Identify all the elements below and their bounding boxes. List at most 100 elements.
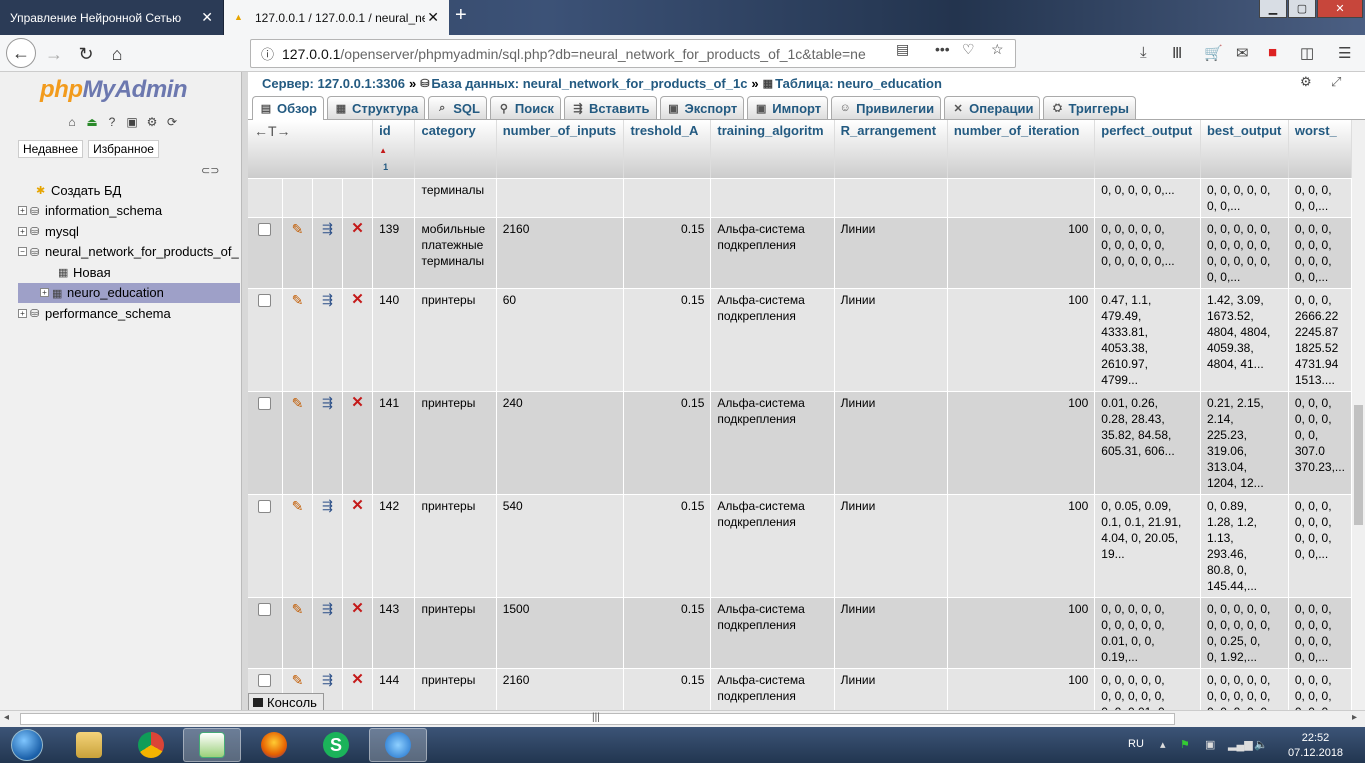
clock[interactable]: 22:52 07.12.2018 <box>1288 731 1343 761</box>
cell-id[interactable]: 143 <box>372 597 416 669</box>
collapse-icon[interactable]: − <box>18 247 27 257</box>
start-button[interactable] <box>4 728 50 762</box>
sql-tool-icon[interactable] <box>369 728 427 762</box>
cell-treshold-a[interactable]: 0.15 <box>623 288 712 392</box>
maximize-icon[interactable]: ▢ <box>1288 0 1316 18</box>
cell-id[interactable]: 139 <box>372 217 416 289</box>
cell-r-arrangement[interactable]: Линии <box>834 217 948 289</box>
cell-r-arrangement[interactable]: Линии <box>834 391 948 495</box>
cell-best-output[interactable]: 0, 0, 0, 0, 0, 0, 0, 0, 0, 0, 0, 0, 0, 0… <box>1200 217 1289 289</box>
cell-r-arrangement[interactable]: Линии <box>834 288 948 392</box>
cell-worst-output[interactable]: 0, 0, 0, 0, 0, 0, 0, 0, 0, 0, 0,... <box>1288 668 1352 710</box>
column-header-worst[interactable]: worst_ <box>1288 120 1352 179</box>
cell-number-of-iteration[interactable]: 100 <box>947 597 1096 669</box>
flag-icon[interactable]: ■ <box>1268 44 1277 61</box>
edit-icon[interactable]: ✎ <box>282 597 314 669</box>
expand-icon[interactable]: + <box>18 206 27 216</box>
language-indicator[interactable]: RU <box>1128 738 1144 750</box>
cell-worst-output[interactable]: 0, 0, 0, 0, 0, 0, 0, 0, 307.0 370.23,... <box>1288 391 1352 495</box>
chrome-icon[interactable] <box>122 728 180 762</box>
column-resize-handle[interactable]: ←T→ <box>248 120 374 179</box>
cell-r-arrangement[interactable]: Линии <box>834 494 948 598</box>
edit-icon[interactable]: ✎ <box>282 288 314 392</box>
column-header-id[interactable]: id ▲ 1 <box>372 120 416 179</box>
cell-number-of-inputs[interactable]: 2160 <box>496 217 625 289</box>
notepad-icon[interactable] <box>183 728 241 762</box>
cell-number-of-inputs[interactable]: 1500 <box>496 597 625 669</box>
tree-item-neuro-education[interactable]: + ▦ neuro_education <box>18 282 240 303</box>
tree-item-mysql[interactable]: + ⛁ mysql <box>18 221 240 242</box>
cell-treshold-a[interactable]: 0.15 <box>623 391 712 495</box>
copy-icon[interactable]: ⇶ <box>312 494 343 598</box>
sidebar-icon[interactable]: ◫ <box>1300 44 1314 62</box>
cell-training-algoritm[interactable]: Альфа-система подкрепления <box>710 597 835 669</box>
row-checkbox[interactable] <box>248 597 283 669</box>
cell-training-algoritm[interactable]: Альфа-система подкрепления <box>710 494 835 598</box>
tab-privileges[interactable]: ☺ Привилегии <box>831 96 942 119</box>
cell-id[interactable]: 140 <box>372 288 416 392</box>
cell-perfect-output[interactable]: 0, 0, 0, 0, 0, 0, 0, 0, 0, 0, 0.01, 0, 0… <box>1094 597 1201 669</box>
column-header-treshold-a[interactable]: treshold_A <box>623 120 712 179</box>
reader-view-icon[interactable]: ▤ <box>896 41 909 58</box>
cell-perfect-output[interactable]: 0, 0, 0, 0, 0, 0, 0, 0, 0, 0, 0, 0, 0.01… <box>1094 668 1201 710</box>
pocket-icon[interactable]: ♡ <box>962 41 975 58</box>
settings-icon[interactable]: ⚙ <box>144 114 160 130</box>
cell-training-algoritm[interactable]: Альфа-система подкрепления <box>710 217 835 289</box>
cell-best-output[interactable]: 1.42, 3.09, 1673.52, 4804, 4804, 4059.38… <box>1200 288 1289 392</box>
tray-expand-icon[interactable]: ▴ <box>1160 738 1166 751</box>
cell-training-algoritm[interactable]: Альфа-система подкрепления <box>710 391 835 495</box>
cell-best-output[interactable]: 0, 0, 0, 0, 0, 0, 0,... <box>1200 178 1289 218</box>
edit-icon[interactable]: ✎ <box>282 494 314 598</box>
cell-category[interactable]: принтеры <box>414 494 497 598</box>
checkbox[interactable] <box>258 223 272 236</box>
cell-number-of-inputs[interactable]: 2160 <box>496 668 625 710</box>
cell-worst-output[interactable]: 0, 0, 0, 0, 0, 0, 0, 0, 0, 0, 0,... <box>1288 597 1352 669</box>
checkbox[interactable] <box>258 500 272 513</box>
column-header-r-arrangement[interactable]: R_arrangement <box>834 120 948 179</box>
tree-item-neural-network[interactable]: − ⛁ neural_network_for_products_of_ <box>18 242 240 263</box>
copy-icon[interactable]: ⇶ <box>312 391 343 495</box>
reload-icon[interactable]: ↻ <box>72 40 100 68</box>
cell-perfect-output[interactable]: 0, 0, 0, 0, 0, 0, 0, 0, 0, 0, 0, 0, 0, 0… <box>1094 217 1201 289</box>
copy-icon[interactable]: ⇶ <box>312 597 343 669</box>
cell-treshold-a[interactable]: 0.15 <box>623 494 712 598</box>
copy-icon[interactable]: ⇶ <box>312 217 343 289</box>
column-header-number-of-iteration[interactable]: number_of_iteration <box>947 120 1096 179</box>
panel-resizer[interactable] <box>241 72 248 710</box>
edit-icon[interactable]: ✎ <box>282 217 314 289</box>
tab-sql[interactable]: ⌕ SQL <box>428 96 487 119</box>
cell-best-output[interactable]: 0.21, 2.15, 2.14, 225.23, 319.06, 313.04… <box>1200 391 1289 495</box>
vertical-scrollbar[interactable] <box>1352 120 1365 710</box>
close-icon[interactable]: ✕ <box>201 9 213 26</box>
back-arrow-icon[interactable]: ← <box>6 38 36 68</box>
cart-icon[interactable]: 🛒 <box>1204 44 1223 62</box>
delete-icon[interactable]: ✕ <box>342 288 374 392</box>
cell-number-of-inputs[interactable]: 60 <box>496 288 625 392</box>
new-tab-icon[interactable]: + <box>455 4 467 27</box>
tree-item-create-db[interactable]: ✱ Создать БД <box>18 180 240 201</box>
exit-icon[interactable]: ⏏ <box>84 114 100 130</box>
tab-browse[interactable]: ▤ Обзор <box>252 96 324 120</box>
cell-number-of-iteration[interactable]: 100 <box>947 494 1096 598</box>
row-checkbox[interactable] <box>248 391 283 495</box>
edit-icon[interactable]: ✎ <box>282 391 314 495</box>
favorites-tab[interactable]: Избранное <box>88 140 159 158</box>
cell-worst-output[interactable]: 0, 0, 0, 0, 0,... <box>1288 178 1352 218</box>
menu-icon[interactable]: ☰ <box>1338 44 1351 62</box>
expand-icon[interactable]: + <box>18 308 27 318</box>
delete-icon[interactable]: ✕ <box>342 597 374 669</box>
delete-icon[interactable]: ✕ <box>342 391 374 495</box>
tab-structure[interactable]: ▦ Структура <box>327 96 426 119</box>
expand-icon[interactable]: + <box>40 288 49 298</box>
tree-item-new-table[interactable]: ▦ Новая <box>18 262 240 283</box>
cell-treshold-a[interactable]: 0.15 <box>623 597 712 669</box>
tab-export[interactable]: ▣ Экспорт <box>659 96 745 119</box>
cell-training-algoritm[interactable]: Альфа-система подкрепления <box>710 668 835 710</box>
browser-tab-neural-control[interactable]: Управление Нейронной Сетью ✕ <box>0 0 224 35</box>
volume-icon[interactable]: 🔈 <box>1254 738 1268 751</box>
clipboard-tray-icon[interactable]: ▣ <box>1205 738 1215 751</box>
cell-perfect-output[interactable]: 0, 0, 0, 0, 0,... <box>1094 178 1201 218</box>
scroll-right-icon[interactable]: ▸ <box>1352 712 1357 723</box>
scroll-left-icon[interactable]: ◂ <box>4 712 9 723</box>
cell-perfect-output[interactable]: 0.01, 0.26, 0.28, 28.43, 35.82, 84.58, 6… <box>1094 391 1201 495</box>
